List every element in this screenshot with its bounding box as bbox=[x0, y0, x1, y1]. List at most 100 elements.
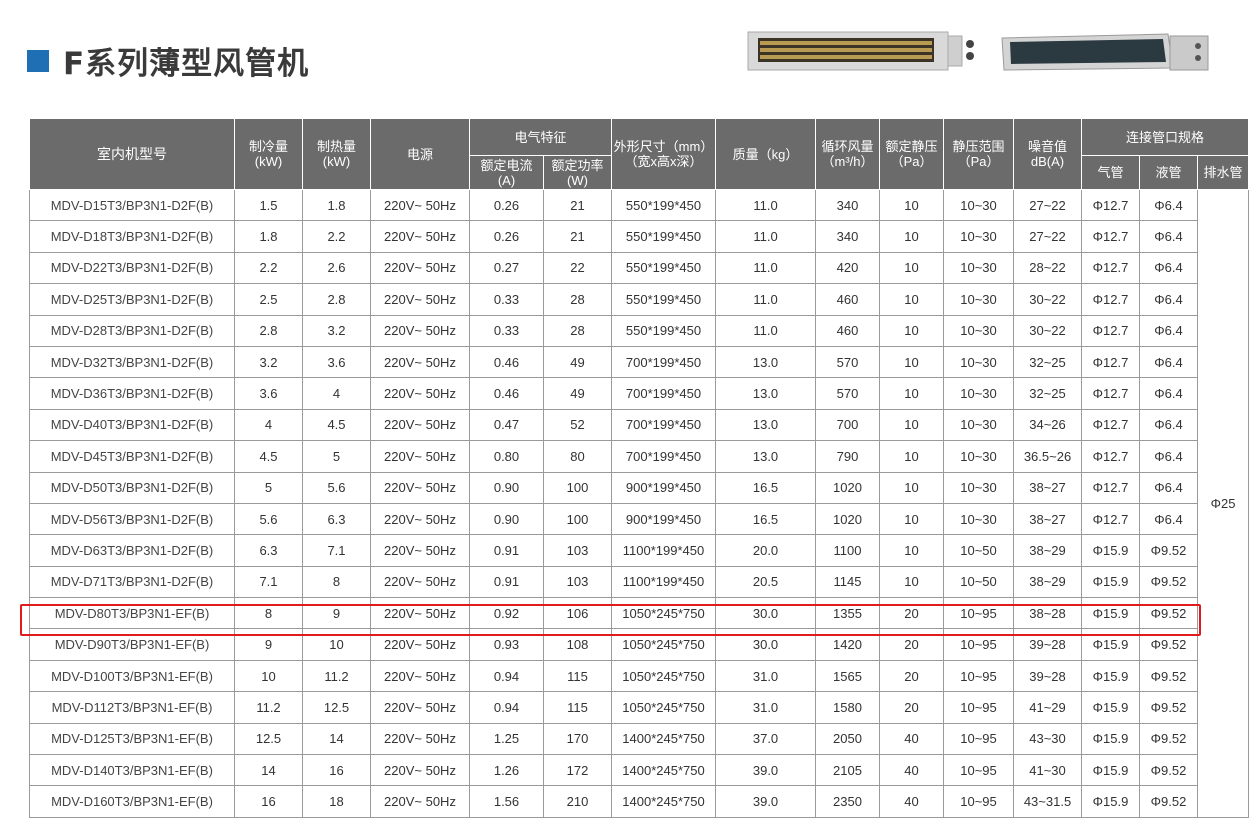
table-cell: 38~29 bbox=[1013, 565, 1083, 599]
table-cell: 2350 bbox=[815, 785, 881, 818]
header-rated-power: 额定功率 (W) bbox=[542, 155, 613, 190]
table-cell: 220V~ 50Hz bbox=[370, 722, 470, 756]
table-cell: 6.3 bbox=[234, 534, 303, 567]
table-cell: 220V~ 50Hz bbox=[370, 471, 470, 504]
table-cell: Φ12.7 bbox=[1081, 345, 1141, 379]
table-cell: 172 bbox=[542, 754, 613, 787]
table-cell: 460 bbox=[815, 283, 881, 316]
table-cell: Φ12.7 bbox=[1081, 220, 1141, 253]
table-cell: 39~28 bbox=[1013, 659, 1083, 693]
table-cell: 2050 bbox=[815, 722, 881, 756]
table-cell: 1580 bbox=[815, 691, 881, 724]
table-cell: 210 bbox=[542, 785, 613, 818]
table-cell: 38~29 bbox=[1013, 534, 1083, 567]
table-cell: 30~22 bbox=[1013, 283, 1083, 316]
table-cell: 550*199*450 bbox=[611, 283, 717, 316]
table-row: MDV-D63T3/BP3N1-D2F(B) 6.3 7.1 220V~ 50Hz 0.… bbox=[29, 534, 1249, 567]
table-cell: 10~95 bbox=[943, 691, 1015, 724]
table-cell: 420 bbox=[815, 251, 881, 285]
table-cell: 220V~ 50Hz bbox=[370, 345, 470, 379]
table-cell: Φ12.7 bbox=[1081, 471, 1141, 504]
table-cell: 11.2 bbox=[234, 691, 303, 724]
table-cell: 10 bbox=[879, 251, 945, 285]
table-cell: 0.94 bbox=[469, 659, 544, 693]
table-cell: 100 bbox=[542, 471, 613, 504]
model-cell: MDV-D160T3/BP3N1-EF(B) bbox=[29, 785, 235, 818]
table-cell: 3.2 bbox=[302, 314, 371, 347]
table-row: MDV-D25T3/BP3N1-D2F(B) 2.5 2.8 220V~ 50Hz 0.… bbox=[29, 283, 1249, 316]
page-title: F系列薄型风管机 bbox=[27, 38, 309, 83]
table-cell: 7.1 bbox=[302, 534, 371, 567]
header-dimensions: 外形尺寸（mm） （宽x高x深） bbox=[611, 118, 717, 190]
table-row: MDV-D160T3/BP3N1-EF(B) 16 18 220V~ 50Hz 1.56… bbox=[29, 785, 1249, 818]
table-row: MDV-D56T3/BP3N1-D2F(B) 5.6 6.3 220V~ 50Hz 0.… bbox=[29, 502, 1249, 536]
table-cell: 38~27 bbox=[1013, 502, 1083, 536]
table-cell: 5 bbox=[234, 471, 303, 504]
table-cell: 13.0 bbox=[715, 408, 817, 442]
table-cell: Φ6.4 bbox=[1139, 345, 1199, 379]
table-cell: 0.90 bbox=[469, 502, 544, 536]
table-cell: 700*199*450 bbox=[611, 408, 717, 442]
table-row: MDV-D80T3/BP3N1-EF(B) 8 9 220V~ 50Hz 0.92 106… bbox=[29, 597, 1249, 630]
table-cell: 5 bbox=[302, 440, 371, 473]
table-cell: 6.3 bbox=[302, 502, 371, 536]
table-cell: 8 bbox=[302, 565, 371, 599]
header-pressure-range: 静压范围 （Pa） bbox=[943, 118, 1015, 190]
table-cell: 21 bbox=[542, 188, 613, 222]
table-cell: 10~95 bbox=[943, 722, 1015, 756]
table-cell: 10 bbox=[879, 188, 945, 222]
model-cell: MDV-D125T3/BP3N1-EF(B) bbox=[29, 722, 235, 756]
table-cell: 12.5 bbox=[302, 691, 371, 724]
table-cell: 10~95 bbox=[943, 628, 1015, 661]
table-cell: 790 bbox=[815, 440, 881, 473]
table-cell: 570 bbox=[815, 377, 881, 410]
table-cell: 10~30 bbox=[943, 408, 1015, 442]
table-cell: Φ9.52 bbox=[1139, 785, 1199, 818]
table-cell: 49 bbox=[542, 345, 613, 379]
table-row: MDV-D112T3/BP3N1-EF(B) 11.2 12.5 220V~ 50Hz… bbox=[29, 691, 1249, 724]
model-cell: MDV-D100T3/BP3N1-EF(B) bbox=[29, 659, 235, 693]
table-cell: 10 bbox=[879, 408, 945, 442]
table-cell: Φ9.52 bbox=[1139, 534, 1199, 567]
table-cell: Φ12.7 bbox=[1081, 314, 1141, 347]
table-cell: 1.8 bbox=[302, 188, 371, 222]
page-title-text: F系列薄型风管机 bbox=[63, 46, 310, 82]
duct-unit-image-2 bbox=[1001, 33, 1209, 71]
table-row: MDV-D22T3/BP3N1-D2F(B) 2.2 2.6 220V~ 50Hz 0.… bbox=[29, 251, 1249, 285]
drain-pipe-cell: Φ25 bbox=[1197, 189, 1250, 818]
table-cell: 103 bbox=[542, 534, 613, 567]
model-cell: MDV-D36T3/BP3N1-D2F(B) bbox=[29, 377, 235, 410]
table-cell: 170 bbox=[542, 722, 613, 756]
header-rated-current: 额定电流 (A) bbox=[469, 155, 544, 190]
table-cell: 14 bbox=[302, 722, 371, 756]
table-cell: 1355 bbox=[815, 597, 881, 630]
table-row: MDV-D100T3/BP3N1-EF(B) 10 11.2 220V~ 50Hz 0.… bbox=[29, 659, 1249, 693]
table-cell: 220V~ 50Hz bbox=[370, 188, 470, 222]
table-row: MDV-D32T3/BP3N1-D2F(B) 3.2 3.6 220V~ 50Hz 0.… bbox=[29, 345, 1249, 379]
header-power-supply: 电源 bbox=[370, 118, 470, 190]
model-cell: MDV-D45T3/BP3N1-D2F(B) bbox=[29, 440, 235, 473]
model-cell: MDV-D90T3/BP3N1-EF(B) bbox=[29, 628, 235, 661]
table-cell: Φ15.9 bbox=[1081, 785, 1141, 818]
table-cell: 10~95 bbox=[943, 754, 1015, 787]
table-cell: Φ9.52 bbox=[1139, 722, 1199, 756]
table-cell: 11.0 bbox=[715, 188, 817, 222]
table-cell: 11.0 bbox=[715, 220, 817, 253]
table-cell: 30.0 bbox=[715, 597, 817, 630]
table-cell: 10~30 bbox=[943, 314, 1015, 347]
table-cell: 30~22 bbox=[1013, 314, 1083, 347]
table-cell: 1.25 bbox=[469, 722, 544, 756]
table-cell: 1400*245*750 bbox=[611, 785, 717, 818]
table-row: MDV-D36T3/BP3N1-D2F(B) 3.6 4 220V~ 50Hz 0.46… bbox=[29, 377, 1249, 410]
table-cell: 220V~ 50Hz bbox=[370, 659, 470, 693]
header-noise: 噪音值 dB(A) bbox=[1013, 118, 1083, 190]
table-cell: 0.26 bbox=[469, 220, 544, 253]
table-cell: 9 bbox=[234, 628, 303, 661]
table-cell: 10 bbox=[879, 314, 945, 347]
table-cell: 1145 bbox=[815, 565, 881, 599]
table-cell: 18 bbox=[302, 785, 371, 818]
table-cell: Φ9.52 bbox=[1139, 628, 1199, 661]
table-cell: 0.91 bbox=[469, 565, 544, 599]
table-cell: 10~30 bbox=[943, 502, 1015, 536]
table-cell: 106 bbox=[542, 597, 613, 630]
